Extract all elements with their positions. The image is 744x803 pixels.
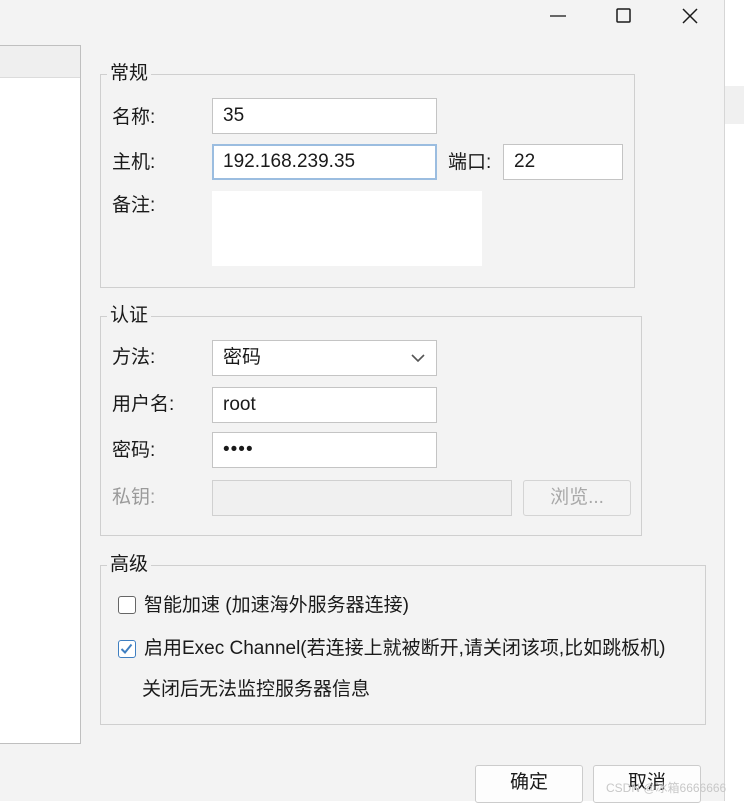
password-input[interactable]: •••• xyxy=(212,432,437,468)
auth-legend: 认证 xyxy=(107,305,152,327)
private-key-label: 私钥: xyxy=(112,487,156,508)
method-value: 密码 xyxy=(223,347,262,368)
exec-channel-note: 关闭后无法监控服务器信息 xyxy=(142,679,371,700)
password-label: 密码: xyxy=(112,440,156,461)
private-key-input[interactable] xyxy=(212,480,512,516)
close-icon xyxy=(682,8,698,24)
name-label: 名称: xyxy=(112,107,156,128)
advanced-legend: 高级 xyxy=(107,554,152,576)
name-input[interactable]: 35 xyxy=(212,98,437,134)
background-window-band xyxy=(725,86,744,124)
exec-channel-checkbox[interactable] xyxy=(118,640,136,658)
method-label: 方法: xyxy=(112,347,156,368)
minimize-button[interactable] xyxy=(538,0,578,32)
smart-accel-label[interactable]: 智能加速 (加速海外服务器连接) xyxy=(144,594,409,618)
chevron-down-icon xyxy=(411,354,425,363)
browse-button[interactable]: 浏览... xyxy=(523,480,631,516)
exec-channel-label[interactable]: 启用Exec Channel(若连接上就被断开,请关闭该项,比如跳板机) xyxy=(144,637,666,661)
session-properties-dialog: 常规 名称: 35 主机: 192.168.239.35 端口: 22 备注: … xyxy=(0,0,727,803)
session-list-header xyxy=(0,46,80,78)
close-button[interactable] xyxy=(670,0,710,32)
method-select[interactable]: 密码 xyxy=(212,340,437,376)
maximize-button[interactable] xyxy=(604,0,644,32)
host-label: 主机: xyxy=(112,152,156,173)
username-label: 用户名: xyxy=(112,394,175,415)
host-input[interactable]: 192.168.239.35 xyxy=(212,144,437,180)
username-input[interactable]: root xyxy=(212,387,437,423)
maximize-icon xyxy=(616,8,631,23)
background-window xyxy=(725,0,744,801)
watermark: CSDN @冰箱6666666 xyxy=(606,781,727,795)
minimize-icon xyxy=(550,15,566,17)
general-legend: 常规 xyxy=(107,63,152,85)
session-list-panel[interactable] xyxy=(0,45,81,744)
port-label: 端口: xyxy=(448,152,492,173)
note-textarea[interactable] xyxy=(212,191,482,266)
smart-accel-checkbox[interactable] xyxy=(118,596,136,614)
ok-button[interactable]: 确定 xyxy=(475,765,583,803)
port-input[interactable]: 22 xyxy=(503,144,623,180)
note-label: 备注: xyxy=(112,195,156,216)
checkmark-icon xyxy=(120,643,133,654)
